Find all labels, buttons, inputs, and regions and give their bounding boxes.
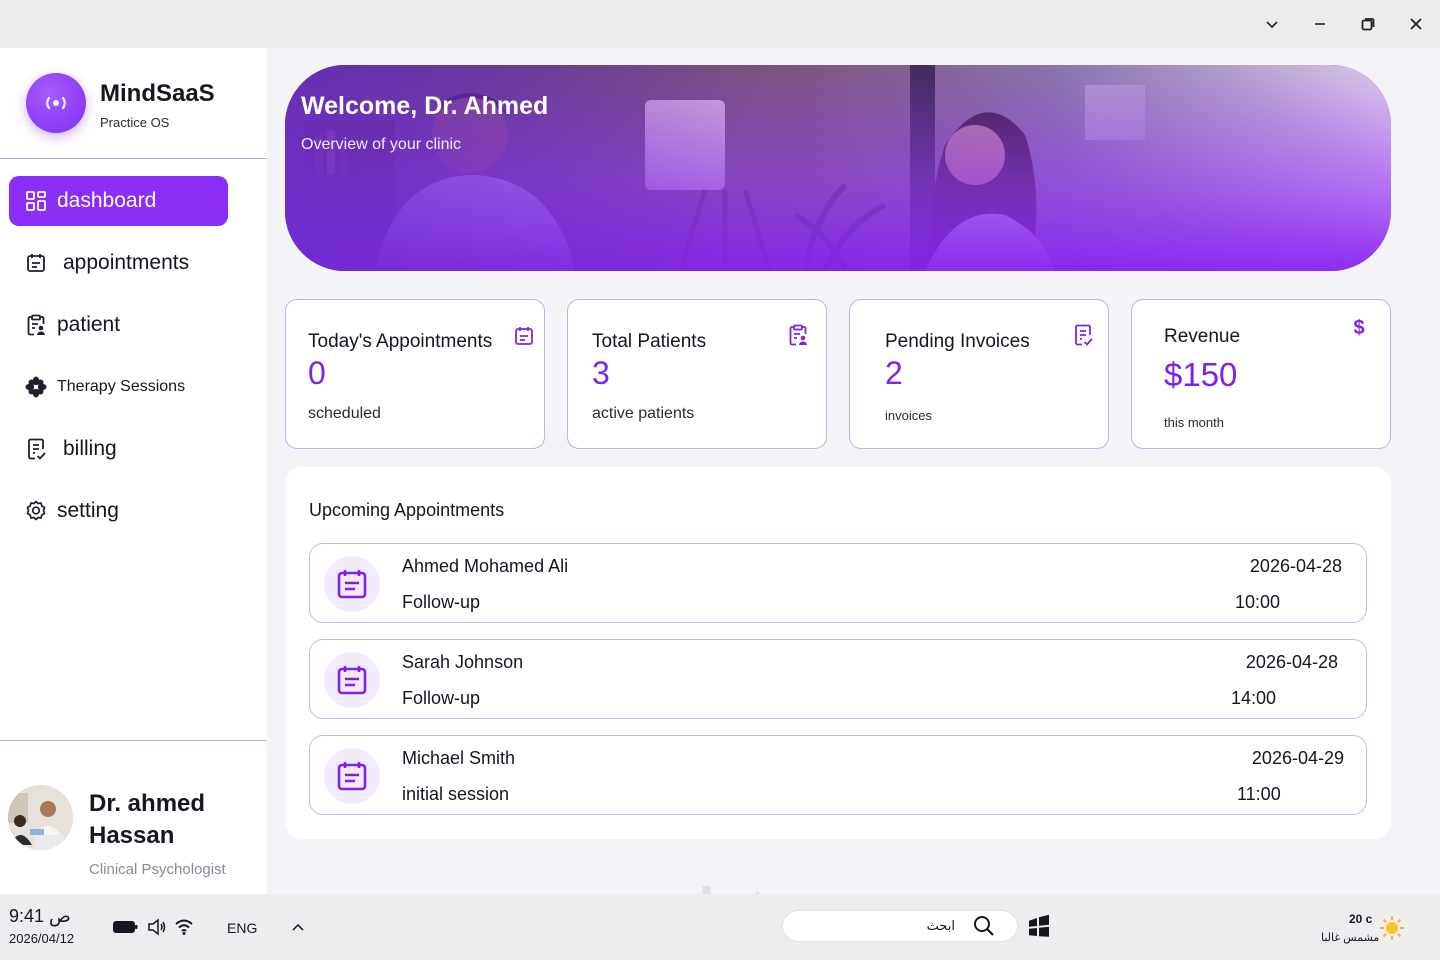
appointment-time: 14:00 bbox=[1231, 688, 1277, 708]
sidebar-item-appointments[interactable]: appointments bbox=[9, 238, 228, 288]
appointment-date: 2026-04-28 bbox=[1249, 556, 1342, 576]
taskbar: 9:41 ص 2026/04/12 ENG ابحث 20 c مشمس غال… bbox=[0, 894, 1440, 960]
sidebar-divider bbox=[0, 158, 267, 159]
calendar-icon bbox=[513, 325, 535, 347]
clock-date[interactable]: 2026/04/12 bbox=[9, 931, 74, 946]
sidebar-divider bbox=[0, 740, 267, 741]
appointment-time: 11:00 bbox=[1237, 784, 1281, 804]
calendar-icon bbox=[25, 252, 47, 274]
welcome-banner: Welcome, Dr. Ahmed Overview of your clin… bbox=[285, 65, 1391, 271]
grid-icon bbox=[25, 190, 47, 212]
clipboard-user-icon bbox=[787, 324, 809, 346]
taskbar-search[interactable]: ابحث bbox=[783, 911, 1017, 941]
search-placeholder: ابحث bbox=[926, 918, 955, 933]
page-subtitle: Overview of your clinic bbox=[301, 136, 462, 153]
appointment-date: 2026-04-28 bbox=[1245, 652, 1338, 672]
appointment-row[interactable]: Sarah Johnson Follow-up 2026-04-28 14:00 bbox=[309, 639, 1367, 719]
section-title: Upcoming Appointments bbox=[309, 500, 505, 520]
sidebar-item-label: patient bbox=[57, 313, 121, 336]
stat-title: Today's Appointments bbox=[308, 331, 493, 352]
sidebar-item-label: dashboard bbox=[57, 189, 157, 212]
weather-description[interactable]: مشمس غالبا bbox=[1321, 931, 1379, 944]
sidebar-item-label: setting bbox=[57, 499, 119, 522]
stat-value: $150 bbox=[1164, 356, 1238, 393]
patient-name: Michael Smith bbox=[402, 748, 516, 768]
upcoming-appointments-panel: Upcoming Appointments Ahmed Mohamed Ali … bbox=[285, 467, 1391, 839]
chevron-down-icon[interactable] bbox=[1256, 8, 1288, 40]
appointment-row[interactable]: Ahmed Mohamed Ali Follow-up 2026-04-28 1… bbox=[309, 543, 1367, 623]
patient-name: Ahmed Mohamed Ali bbox=[402, 556, 569, 576]
sidebar: MindSaaS Practice OS dashboard appointme… bbox=[0, 48, 267, 894]
volume-icon[interactable] bbox=[147, 918, 167, 936]
brand-logo-icon bbox=[26, 73, 86, 133]
restore-button[interactable] bbox=[1352, 8, 1384, 40]
patient-name: Sarah Johnson bbox=[402, 652, 524, 672]
gear-icon bbox=[25, 500, 47, 522]
avatar bbox=[8, 785, 73, 850]
dollar-icon: $ bbox=[1348, 317, 1370, 339]
appointment-date: 2026-04-29 bbox=[1251, 748, 1344, 768]
stat-title: Pending Invoices bbox=[885, 331, 1030, 352]
battery-icon[interactable] bbox=[112, 919, 138, 935]
sidebar-item-label: billing bbox=[63, 437, 117, 460]
appointment-type: Follow-up bbox=[402, 592, 481, 612]
flower-icon bbox=[25, 376, 47, 398]
appointment-type: Follow-up bbox=[402, 688, 481, 708]
stat-value: 2 bbox=[885, 355, 903, 391]
sidebar-item-setting[interactable]: setting bbox=[9, 486, 228, 536]
stat-title: Revenue bbox=[1164, 326, 1241, 347]
sun-icon[interactable] bbox=[1379, 915, 1405, 941]
chevron-up-icon[interactable] bbox=[290, 920, 306, 934]
stat-card-revenue[interactable]: Revenue $150 this month $ bbox=[1131, 299, 1391, 449]
weather-temperature[interactable]: 20 c bbox=[1349, 912, 1372, 926]
svg-text:$: $ bbox=[1353, 317, 1364, 339]
appointment-time: 10:00 bbox=[1235, 592, 1281, 612]
windows-start-icon[interactable] bbox=[1027, 914, 1051, 938]
page-title: Welcome, Dr. Ahmed bbox=[301, 92, 549, 120]
close-button[interactable] bbox=[1400, 8, 1432, 40]
calendar-icon bbox=[324, 652, 380, 708]
doctor-name: Dr. ahmed Hassan bbox=[89, 790, 206, 849]
window-titlebar bbox=[0, 0, 1440, 48]
minimize-button[interactable] bbox=[1304, 8, 1336, 40]
brand-subtitle: Practice OS bbox=[100, 115, 170, 130]
clock-time[interactable]: 9:41 ص bbox=[9, 906, 71, 927]
stat-subtitle: active patients bbox=[592, 405, 695, 422]
stat-title: Total Patients bbox=[592, 331, 707, 352]
doctor-role: Clinical Psychologist bbox=[89, 861, 226, 878]
appointment-row[interactable]: Michael Smith initial session 2026-04-29… bbox=[309, 735, 1367, 815]
stat-card-patients[interactable]: Total Patients 3 active patients bbox=[567, 299, 827, 449]
appointment-type: initial session bbox=[402, 784, 510, 804]
sidebar-item-billing[interactable]: billing bbox=[9, 424, 228, 474]
calendar-icon bbox=[324, 556, 380, 612]
stat-subtitle: this month bbox=[1164, 415, 1224, 430]
stat-value: 0 bbox=[308, 355, 326, 391]
stat-subtitle: scheduled bbox=[308, 405, 381, 422]
sidebar-item-dashboard[interactable]: dashboard bbox=[9, 176, 228, 226]
wifi-icon[interactable] bbox=[174, 918, 194, 936]
stat-subtitle: invoices bbox=[885, 408, 932, 423]
calendar-icon bbox=[324, 748, 380, 804]
sidebar-item-label: appointments bbox=[63, 251, 190, 274]
search-icon bbox=[973, 915, 995, 937]
stat-card-invoices[interactable]: Pending Invoices 2 invoices bbox=[849, 299, 1109, 449]
brand-name: MindSaaS bbox=[100, 80, 215, 107]
stat-card-appointments[interactable]: Today's Appointments 0 scheduled bbox=[285, 299, 545, 449]
stat-value: 3 bbox=[592, 355, 610, 391]
sidebar-item-patient[interactable]: patient bbox=[9, 300, 228, 350]
receipt-icon bbox=[25, 438, 47, 460]
sidebar-item-therapy-sessions[interactable]: Therapy Sessions bbox=[9, 362, 228, 412]
sidebar-item-label: Therapy Sessions bbox=[57, 378, 186, 395]
invoice-check-icon bbox=[1072, 324, 1094, 346]
clipboard-user-icon bbox=[25, 314, 47, 336]
language-indicator[interactable]: ENG bbox=[227, 920, 257, 936]
